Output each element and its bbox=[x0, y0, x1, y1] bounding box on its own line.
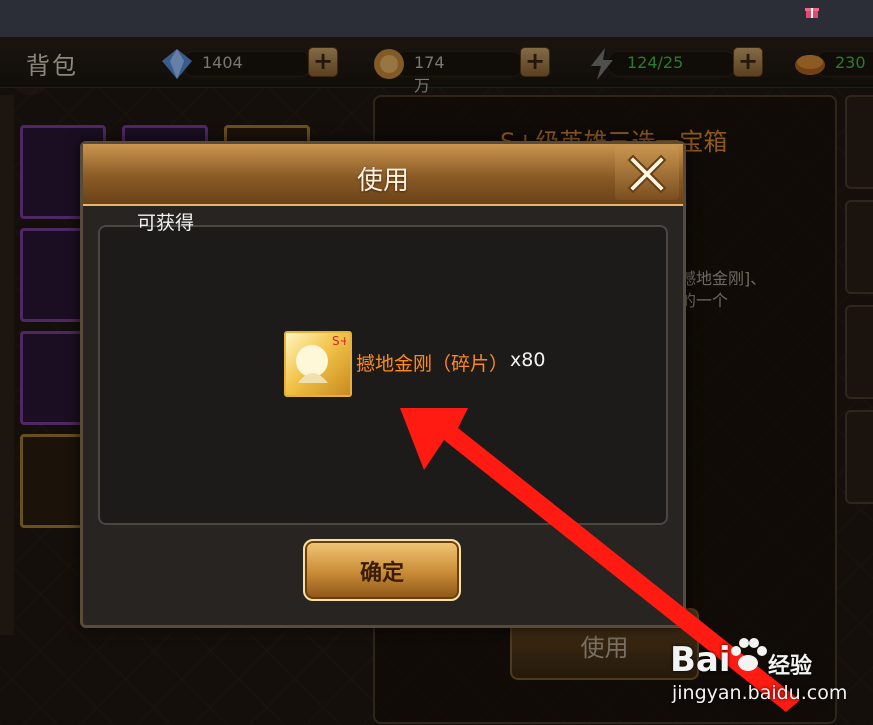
paw-icon bbox=[731, 638, 767, 671]
watermark-brand: 经验 bbox=[768, 654, 813, 679]
watermark-url: jingyan.baidu.com bbox=[672, 682, 848, 704]
watermark-logo: Bai bbox=[670, 640, 731, 680]
annotation-arrow bbox=[400, 408, 800, 712]
